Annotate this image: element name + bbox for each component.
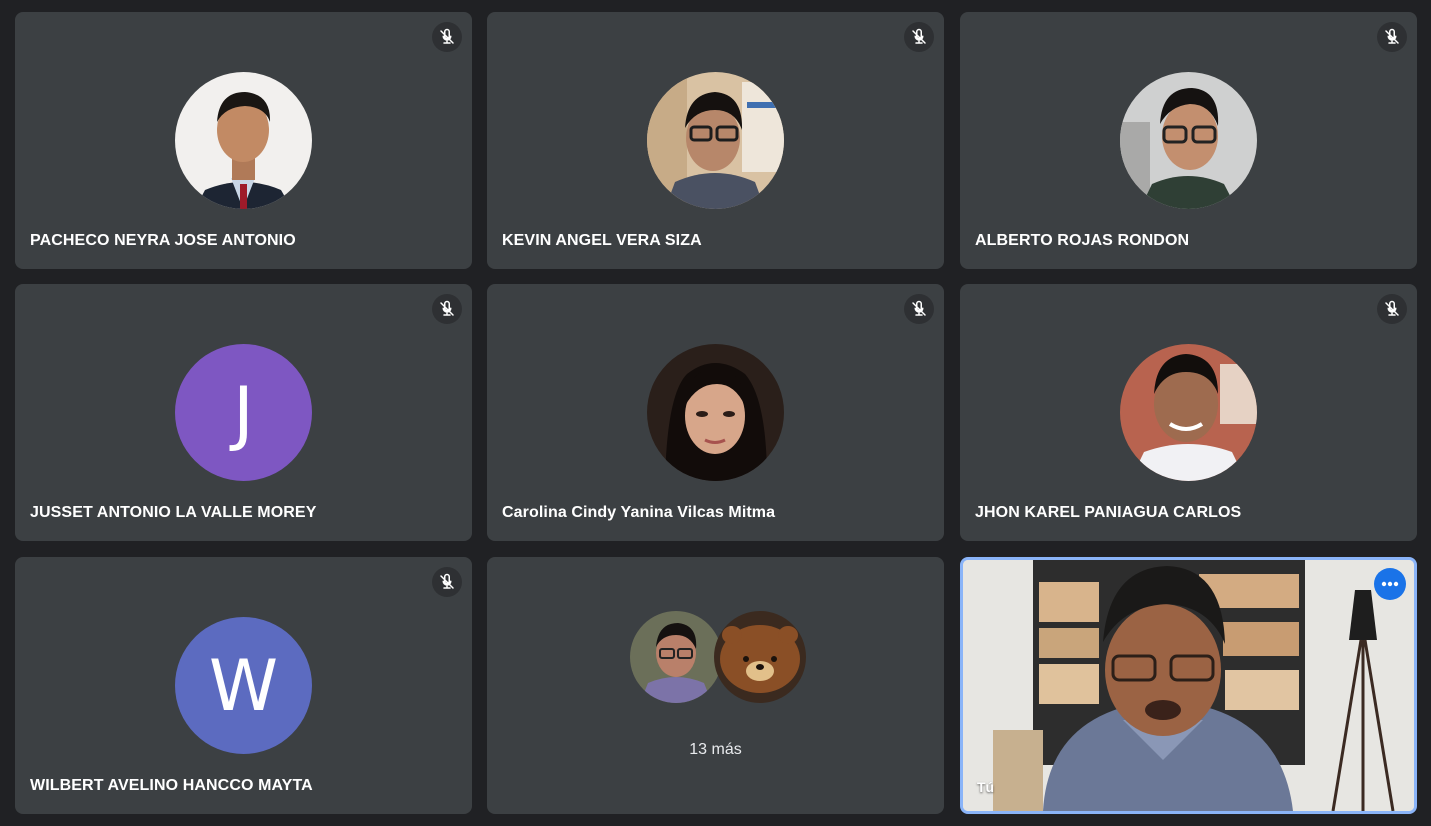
self-view-tile[interactable]: Tú	[960, 557, 1417, 814]
participant-name: ALBERTO ROJAS RONDON	[975, 232, 1190, 249]
more-count-label: 13 más	[689, 741, 742, 758]
mic-off-icon	[432, 294, 462, 324]
avatar	[647, 72, 784, 209]
participant-name: JHON KAREL PANIAGUA CARLOS	[975, 504, 1242, 521]
participant-name: PACHECO NEYRA JOSE ANTONIO	[30, 232, 296, 249]
participant-tile[interactable]: PACHECO NEYRA JOSE ANTONIO	[15, 12, 472, 269]
avatar	[1120, 72, 1257, 209]
self-video	[963, 560, 1414, 811]
mic-off-icon	[432, 567, 462, 597]
more-participants-tile[interactable]: 13 más	[487, 557, 944, 814]
participant-tile[interactable]: J JUSSET ANTONIO LA VALLE MOREY	[15, 284, 472, 541]
participant-tile[interactable]: ALBERTO ROJAS RONDON	[960, 12, 1417, 269]
participant-tile[interactable]: W WILBERT AVELINO HANCCO MAYTA	[15, 557, 472, 814]
avatar	[647, 344, 784, 481]
self-label: Tú	[977, 779, 995, 795]
participant-name: JUSSET ANTONIO LA VALLE MOREY	[30, 504, 317, 521]
participant-tile[interactable]: JHON KAREL PANIAGUA CARLOS	[960, 284, 1417, 541]
mic-off-icon	[904, 22, 934, 52]
mic-off-icon	[432, 22, 462, 52]
participant-tile[interactable]: KEVIN ANGEL VERA SIZA	[487, 12, 944, 269]
avatar-letter: J	[175, 344, 312, 481]
meeting-grid: PACHECO NEYRA JOSE ANTONIO KEVIN ANGEL V…	[0, 0, 1431, 826]
avatar	[1120, 344, 1257, 481]
participant-name: KEVIN ANGEL VERA SIZA	[502, 232, 702, 249]
more-options-icon[interactable]	[1374, 568, 1406, 600]
more-avatars	[487, 611, 944, 703]
avatar	[630, 611, 722, 703]
mic-off-icon	[1377, 22, 1407, 52]
participant-name: Carolina Cindy Yanina Vilcas Mitma	[502, 504, 776, 521]
avatar	[714, 611, 806, 703]
avatar-letter: W	[175, 617, 312, 754]
participant-tile[interactable]: Carolina Cindy Yanina Vilcas Mitma	[487, 284, 944, 541]
mic-off-icon	[1377, 294, 1407, 324]
mic-off-icon	[904, 294, 934, 324]
avatar	[175, 72, 312, 209]
participant-name: WILBERT AVELINO HANCCO MAYTA	[30, 777, 313, 794]
